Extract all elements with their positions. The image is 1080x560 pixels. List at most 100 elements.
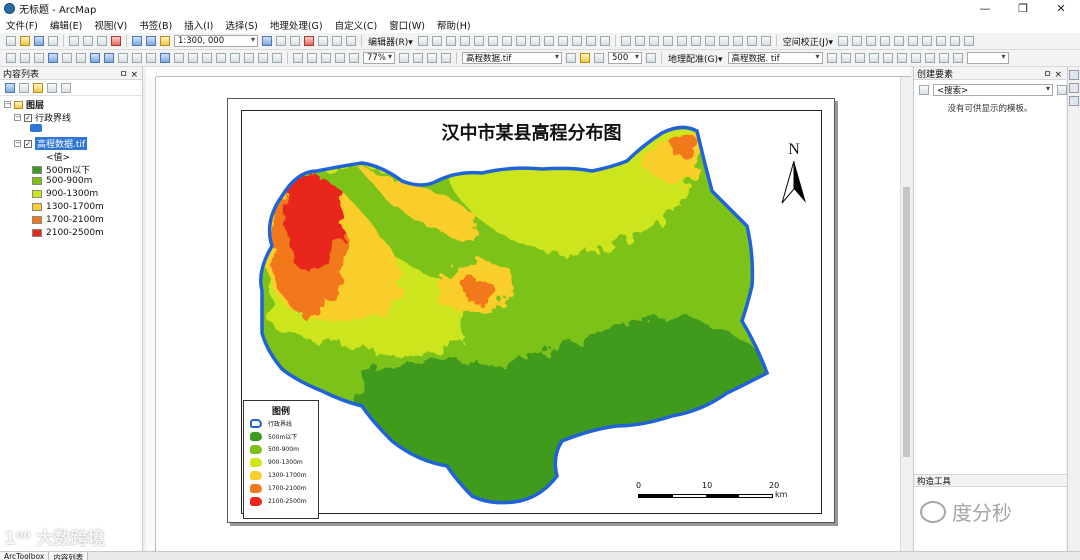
arctoolbox-icon[interactable] [304,36,314,46]
toc-boundary-symbol-row[interactable] [30,124,42,132]
transparency-icon[interactable] [594,53,604,63]
collapse-icon[interactable]: − [4,101,11,108]
open-time-slider-icon[interactable] [258,53,268,63]
layout-zoom-in-icon[interactable] [293,53,303,63]
layout-zoom-combo[interactable]: 77% [363,52,395,64]
hyperlink-icon[interactable] [704,36,715,46]
menu-selection[interactable]: 选择(S) [225,18,257,32]
attribute-transfer-icon[interactable] [964,36,974,46]
scale-bar[interactable]: 0 10 20 km [636,481,788,511]
map-scale-combo[interactable]: 1:300, 000 [174,35,258,47]
swipe-icon[interactable] [646,53,656,63]
find-icon[interactable] [216,53,226,63]
select-link-icon[interactable] [924,53,935,63]
viewer-icon[interactable] [896,53,907,63]
scrollbar-thumb[interactable] [903,187,910,457]
map-legend[interactable]: 图例 行政界线 500m以下 500-900m 900-1300m 1300-1700m… [243,400,319,519]
new-document-icon[interactable] [6,36,16,46]
clear-selection-icon[interactable] [132,53,142,63]
image-analysis-layer-combo[interactable]: 高程数据.tif [462,52,562,64]
layout-pan-icon[interactable] [321,53,331,63]
html-popup-icon[interactable] [718,36,729,46]
view-link-table-georef-icon[interactable] [882,53,893,63]
toc-pin-close-icon[interactable]: ㅁ × [119,67,138,80]
identify-info-icon[interactable] [160,53,170,63]
panel-pin-close-icon[interactable]: ㅁ × [1043,67,1062,80]
delete-icon[interactable] [111,36,121,46]
copy-icon[interactable] [83,36,93,46]
toc-class-item[interactable]: 2100-2500m [32,228,104,238]
arctoolbox-tab[interactable]: ArcToolbox [0,552,50,560]
identify-icon[interactable] [690,36,701,46]
search-window-icon[interactable] [332,36,342,46]
create-features-icon[interactable] [599,36,610,46]
straight-segment-icon[interactable] [445,36,456,46]
close-icon[interactable]: ✕ [1042,0,1080,17]
edit-tool-icon[interactable] [417,36,428,46]
class-color-swatch[interactable] [32,229,42,237]
data-driven-pages-icon[interactable] [441,53,451,63]
rotate-icon[interactable] [557,36,568,46]
list-by-drawing-order-icon[interactable] [5,82,15,93]
change-layout-icon[interactable] [427,53,437,63]
zoom-in-icon[interactable] [6,53,16,63]
georeferencing-menu[interactable]: 地理配准(G)▾ [668,52,723,65]
toc-class-item[interactable]: 900-1300m [32,189,98,199]
menu-customize[interactable]: 自定义(C) [335,18,378,32]
list-by-source-icon[interactable] [19,82,29,93]
find-route-tool-icon[interactable] [230,53,240,63]
raster-visibility-checkbox[interactable]: ✓ [24,139,32,148]
distribute-icon[interactable] [662,36,673,46]
list-by-visibility-icon[interactable] [33,82,43,93]
hyperlink-tool-icon[interactable] [174,53,184,63]
dock-tab-create-features-icon[interactable] [1069,96,1079,106]
layout-zoom-out-icon[interactable] [307,53,317,63]
end-point-arc-icon[interactable] [459,36,470,46]
measure-icon[interactable] [676,36,687,46]
open-icon[interactable] [20,36,30,46]
select-elements-arrow-icon[interactable] [146,53,156,63]
value-500-combo[interactable]: 500 [608,52,642,64]
collapse-icon[interactable]: − [14,114,21,121]
add-control-points-icon[interactable] [868,53,879,63]
point-icon[interactable] [487,36,498,46]
organize-templates-icon[interactable] [919,84,929,95]
brightness-icon[interactable] [580,53,590,63]
menu-help[interactable]: 帮助(H) [437,18,471,32]
catalog-icon[interactable] [290,36,300,46]
select-elements-icon[interactable] [838,36,848,46]
create-viewer-window-icon[interactable] [272,53,282,63]
menu-geoprocessing[interactable]: 地理处理(G) [270,18,323,32]
class-color-swatch[interactable] [32,165,42,174]
menu-windows[interactable]: 窗口(W) [389,18,425,32]
list-by-selection-icon[interactable] [47,82,57,93]
edit-annotation-icon[interactable] [431,36,442,46]
reshape-icon[interactable] [515,36,526,46]
auto-registration-icon[interactable] [910,53,921,63]
georef-layer-combo[interactable]: 高程数据. tif [727,52,823,64]
zoom-to-selected-link-icon[interactable] [938,53,949,63]
new-identity-link-icon[interactable] [894,36,904,46]
menu-file[interactable]: 文件(F) [6,18,38,32]
north-arrow[interactable]: N [779,141,809,208]
cut-polygons-icon[interactable] [529,36,540,46]
shift-georef-icon[interactable] [840,53,851,63]
spatial-adjustment-menu[interactable]: 空间校正(J)▾ [783,35,833,48]
measure-tool-icon[interactable] [202,53,212,63]
edge-match-icon[interactable] [950,36,960,46]
split-icon[interactable] [543,36,554,46]
clear-limited-adjustment-icon[interactable] [922,36,932,46]
multiple-displacement-icon[interactable] [880,36,890,46]
undo-icon[interactable] [132,36,142,46]
fixed-zoom-in-icon[interactable] [62,53,72,63]
print-icon[interactable] [48,36,58,46]
boundary-symbol[interactable] [30,124,42,132]
zoom-whole-page-icon[interactable] [335,53,345,63]
snapping-icon[interactable] [634,36,645,46]
toc-layers-group[interactable]: − 图层 [4,98,44,111]
pan-icon[interactable] [34,53,44,63]
paste-icon[interactable] [97,36,107,46]
add-data-icon[interactable] [160,36,170,46]
toc-class-item[interactable]: 1300-1700m [32,202,104,212]
editor-toolbar-icon[interactable] [262,36,272,46]
